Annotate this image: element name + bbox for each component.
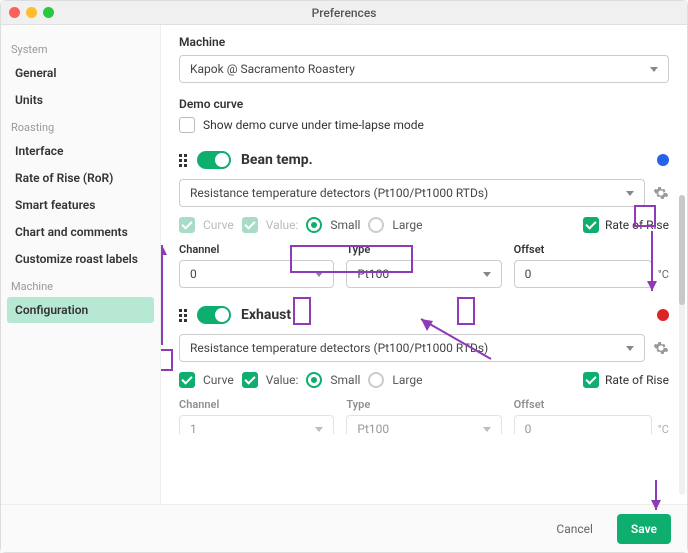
window-title: Preferences — [312, 6, 377, 20]
size-large-radio-bean[interactable] — [368, 217, 384, 233]
offset-label-bean: Offset — [514, 243, 669, 256]
curve-checkbox-bean — [179, 217, 195, 233]
sidebar-item-general[interactable]: General — [7, 60, 154, 86]
sidebar: System General Units Roasting Interface … — [1, 25, 161, 504]
type-select-exhaust[interactable]: Pt100 — [346, 415, 501, 434]
type-label-bean: Type — [346, 243, 501, 256]
size-small-radio-exhaust[interactable] — [306, 372, 322, 388]
chevron-down-icon — [483, 272, 491, 277]
grip-icon[interactable] — [179, 154, 187, 167]
machine-select[interactable]: Kapok @ Sacramento Roastery — [179, 55, 669, 83]
sensor-name-exhaust: Exhaust — [241, 307, 291, 323]
cancel-button[interactable]: Cancel — [542, 514, 607, 544]
gear-icon[interactable] — [653, 340, 669, 356]
offset-unit-bean: °C — [658, 268, 669, 281]
offset-label-exhaust: Offset — [514, 398, 669, 411]
annotation-box — [161, 349, 173, 371]
demo-checkbox[interactable] — [179, 117, 195, 133]
grip-icon[interactable] — [179, 309, 187, 322]
traffic-lights — [9, 7, 54, 18]
type-label-exhaust: Type — [346, 398, 501, 411]
chevron-down-icon — [626, 346, 634, 351]
value-label-bean: Value: — [266, 218, 299, 232]
minimize-icon[interactable] — [26, 7, 37, 18]
sensor-bean-temp: Bean temp. Resistance temperature detect… — [179, 151, 669, 288]
sidebar-item-labels[interactable]: Customize roast labels — [7, 246, 154, 272]
ror-checkbox-exhaust[interactable] — [583, 372, 599, 388]
size-large-radio-exhaust[interactable] — [368, 372, 384, 388]
chevron-down-icon — [315, 272, 323, 277]
preferences-window: Preferences System General Units Roastin… — [0, 0, 688, 553]
color-dot-blue[interactable] — [657, 154, 669, 166]
ror-label-bean: Rate of Rise — [605, 218, 669, 232]
size-small-radio-bean[interactable] — [306, 217, 322, 233]
gear-icon[interactable] — [653, 185, 669, 201]
sidebar-item-configuration[interactable]: Configuration — [7, 297, 154, 323]
scrollbar[interactable] — [679, 195, 685, 495]
curve-label-bean: Curve — [203, 218, 234, 232]
type-value-exhaust: Pt100 — [357, 422, 389, 434]
close-icon[interactable] — [9, 7, 20, 18]
type-select-bean[interactable]: Pt100 — [346, 260, 501, 288]
machine-select-value: Kapok @ Sacramento Roastery — [190, 62, 355, 76]
curve-label-exhaust: Curve — [203, 373, 234, 387]
zoom-icon[interactable] — [43, 7, 54, 18]
color-dot-red[interactable] — [657, 309, 669, 321]
curve-checkbox-exhaust[interactable] — [179, 372, 195, 388]
sensor-toggle-exhaust[interactable] — [197, 306, 231, 324]
value-checkbox-exhaust[interactable] — [242, 372, 258, 388]
machine-label: Machine — [179, 35, 669, 49]
type-value-bean: Pt100 — [357, 267, 389, 281]
detector-value-exhaust: Resistance temperature detectors (Pt100/… — [190, 341, 488, 355]
size-small-label-exhaust: Small — [330, 373, 360, 387]
sidebar-group-roasting: Roasting — [11, 121, 150, 134]
detector-select-exhaust[interactable]: Resistance temperature detectors (Pt100/… — [179, 334, 645, 362]
detector-value-bean: Resistance temperature detectors (Pt100/… — [190, 186, 488, 200]
scrollbar-thumb[interactable] — [679, 195, 685, 305]
annotation-arrow — [161, 245, 168, 348]
channel-label-bean: Channel — [179, 243, 334, 256]
detector-select-bean[interactable]: Resistance temperature detectors (Pt100/… — [179, 179, 645, 207]
sidebar-item-ror[interactable]: Rate of Rise (RoR) — [7, 165, 154, 191]
ror-checkbox-bean[interactable] — [583, 217, 599, 233]
ror-label-exhaust: Rate of Rise — [605, 373, 669, 387]
size-large-label-exhaust: Large — [392, 373, 422, 387]
size-large-label-bean: Large — [392, 218, 422, 232]
sidebar-group-machine: Machine — [11, 280, 150, 293]
footer: Cancel Save — [1, 504, 687, 552]
channel-label-exhaust: Channel — [179, 398, 334, 411]
demo-text: Show demo curve under time-lapse mode — [203, 118, 424, 132]
sidebar-group-system: System — [11, 43, 150, 56]
sidebar-item-units[interactable]: Units — [7, 87, 154, 113]
offset-unit-exhaust: °C — [658, 423, 669, 435]
channel-value-exhaust: 1 — [190, 422, 197, 434]
titlebar: Preferences — [1, 1, 687, 25]
offset-value-bean: 0 — [525, 267, 532, 281]
sensor-toggle-bean[interactable] — [197, 151, 231, 169]
channel-value-bean: 0 — [190, 267, 197, 281]
sidebar-item-smart[interactable]: Smart features — [7, 192, 154, 218]
chevron-down-icon — [626, 191, 634, 196]
value-label-exhaust: Value: — [266, 373, 299, 387]
value-checkbox-bean — [242, 217, 258, 233]
offset-input-exhaust[interactable]: 0 — [514, 415, 652, 434]
sensor-name-bean: Bean temp. — [241, 152, 313, 168]
save-button[interactable]: Save — [617, 514, 671, 544]
demo-label: Demo curve — [179, 97, 669, 111]
offset-value-exhaust: 0 — [525, 422, 532, 434]
main-panel: Machine Kapok @ Sacramento Roastery Demo… — [161, 25, 687, 504]
chevron-down-icon — [650, 67, 658, 72]
channel-select-exhaust[interactable]: 1 — [179, 415, 334, 434]
channel-select-bean[interactable]: 0 — [179, 260, 334, 288]
sensor-exhaust: Exhaust Resistance temperature detectors… — [179, 306, 669, 434]
chevron-down-icon — [315, 427, 323, 432]
sidebar-item-interface[interactable]: Interface — [7, 138, 154, 164]
size-small-label-bean: Small — [330, 218, 360, 232]
sidebar-item-chart[interactable]: Chart and comments — [7, 219, 154, 245]
chevron-down-icon — [483, 427, 491, 432]
offset-input-bean[interactable]: 0 — [514, 260, 652, 288]
